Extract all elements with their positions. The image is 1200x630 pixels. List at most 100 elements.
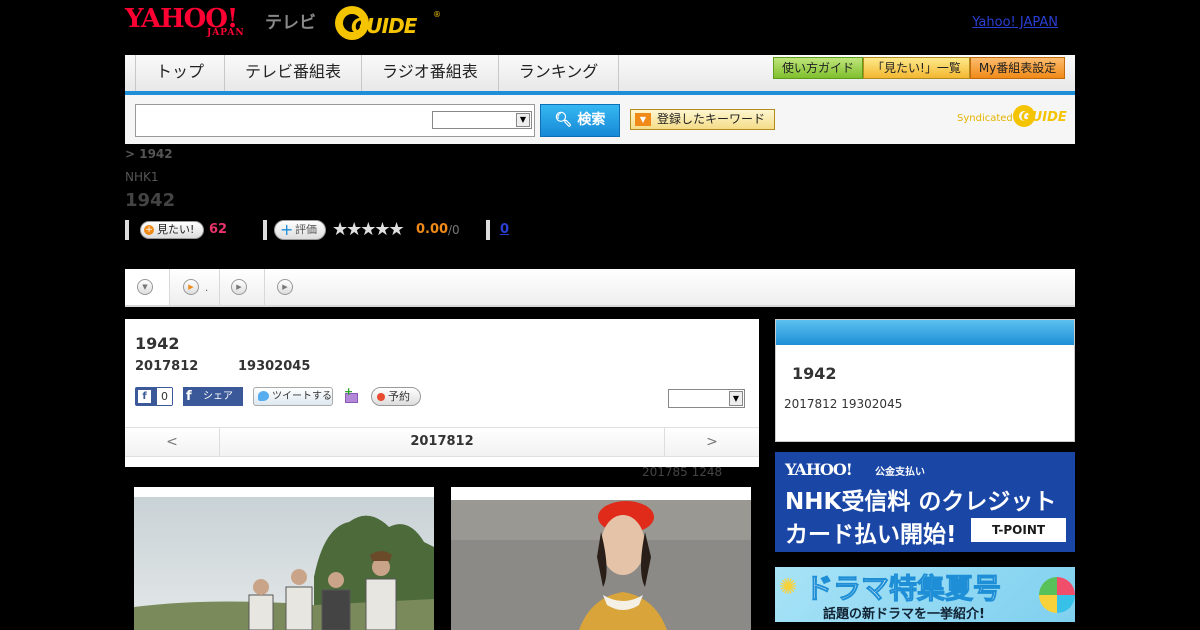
nav-tab-ranking[interactable]: ランキング xyxy=(497,55,620,91)
search-button[interactable]: 🔍︎ 検索 xyxy=(540,104,620,137)
chevron-down-icon: ▼ xyxy=(729,391,743,406)
tv-label[interactable]: テレビ xyxy=(265,8,316,33)
twitter-bird-icon xyxy=(258,391,269,401)
tab-label: . xyxy=(205,283,209,294)
breadcrumb[interactable]: > 1942 xyxy=(125,147,173,161)
nav-tab-tv-listings[interactable]: テレビ番組表 xyxy=(224,55,361,91)
broadcast-date: 2017812 xyxy=(135,359,199,374)
program-actions: + 見たい! 62 + 評価 ★★★★★ 0.00 /0 0 xyxy=(125,219,625,240)
program-photo-1[interactable] xyxy=(134,487,434,630)
chevron-down-icon: ▼ xyxy=(137,279,153,295)
nhk-credit-payment-ad[interactable]: YAHOO! 公金支払い NHK受信料 のクレジット カード払い開始! T-PO… xyxy=(775,452,1075,552)
registered-mark: ® xyxy=(433,10,441,19)
want-to-watch-button[interactable]: + 見たい! xyxy=(140,221,204,239)
want-list-button[interactable]: 「見たい!」一覧 xyxy=(863,57,970,79)
gguide-logo[interactable]: GUIDE ® xyxy=(335,6,441,40)
play-icon: ▶ xyxy=(277,279,293,295)
sun-icon: ✺ xyxy=(779,575,798,600)
syndicated-label: Syndicated xyxy=(957,113,1013,124)
divider xyxy=(125,220,129,240)
facebook-share-button[interactable]: f シェア xyxy=(183,387,243,406)
saved-keywords-button[interactable]: ▼ 登録したキーワード xyxy=(630,109,775,130)
star-rating: ★★★★★ xyxy=(332,219,405,240)
search-bar: ▼ 🔍︎ 検索 ▼ 登録したキーワード Syndicated GUIDE xyxy=(125,95,1075,144)
tab-info[interactable]: ▼ xyxy=(125,269,170,305)
chevron-down-icon: ▼ xyxy=(635,113,651,126)
want-to-watch-label: 見たい! xyxy=(157,223,195,236)
syndicated-logo-text: GUIDE xyxy=(1021,110,1067,125)
play-icon: ▶ xyxy=(231,279,247,295)
search-button-label: 検索 xyxy=(577,112,606,128)
summary-title: 1942 xyxy=(792,364,837,383)
page-title: 1942 xyxy=(125,190,176,211)
my-listings-settings-button[interactable]: My番組表設定 xyxy=(969,57,1066,79)
plus-icon: + xyxy=(344,385,354,398)
tab-video-3[interactable]: ▶ xyxy=(265,269,300,305)
ad-drama-subtitle: 話題の新ドラマを一挙紹介! xyxy=(823,607,985,622)
divider xyxy=(486,220,490,240)
program-summary-card: 1942 2017812 19302045 xyxy=(775,319,1075,442)
yahoo-japan-link[interactable]: Yahoo! JAPAN xyxy=(972,15,1058,30)
drama-summer-special-ad[interactable]: ✺ ドラマ特集夏号 話題の新ドラマを一挙紹介! xyxy=(775,567,1075,622)
usage-guide-button[interactable]: 使い方ガイド xyxy=(773,57,864,79)
site-header: YAHOO! JAPAN テレビ GUIDE ® Yahoo! JAPAN xyxy=(125,0,1075,55)
yahoo-japan-label: JAPAN xyxy=(207,28,245,38)
current-date: 2017812 xyxy=(410,434,474,449)
nav-tabs: トップ テレビ番組表 ラジオ番組表 ランキング xyxy=(135,55,620,91)
play-icon: ▶ xyxy=(183,279,199,295)
gguide-logo-text: GUIDE xyxy=(351,14,417,38)
nav-tab-radio-listings[interactable]: ラジオ番組表 xyxy=(361,55,498,91)
review-count-link[interactable]: 0 xyxy=(500,222,509,237)
saved-keywords-label: 登録したキーワード xyxy=(657,112,766,126)
want-count: 62 xyxy=(209,222,228,237)
tpoint-logo: T-POINT xyxy=(971,518,1066,542)
search-category-select[interactable]: ▼ xyxy=(432,111,532,129)
global-nav: トップ テレビ番組表 ラジオ番組表 ランキング 使い方ガイド 「見たい!」一覧 … xyxy=(125,55,1075,95)
tweet-label: ツイートする xyxy=(272,391,332,402)
date-pager: < 2017812 > xyxy=(125,427,759,457)
program-title: 1942 xyxy=(135,334,180,353)
reserve-recording-button[interactable]: 予約 xyxy=(371,387,421,406)
next-date-button[interactable]: > xyxy=(664,428,759,456)
content-tabstrip: ▼ ▶ . ▶ ▶ xyxy=(125,269,1075,307)
facebook-like-button[interactable]: f 0 xyxy=(135,387,173,406)
baseball-team-photo xyxy=(134,497,434,630)
plus-icon: + xyxy=(144,225,154,235)
rating-score: 0.00 xyxy=(416,222,449,237)
rate-label: 評価 xyxy=(295,223,317,236)
ad-public-payment-label: 公金支払い xyxy=(875,467,925,478)
ad-drama-title: ドラマ特集夏号 xyxy=(804,572,1002,606)
facebook-icon: f xyxy=(186,389,192,404)
divider xyxy=(263,220,267,240)
record-dot-icon xyxy=(377,393,385,401)
tweet-button[interactable]: ツイートする xyxy=(253,387,333,406)
tab-video-1[interactable]: ▶ . xyxy=(170,269,220,305)
nav-buttons: 使い方ガイド 「見たい!」一覧 My番組表設定 xyxy=(773,57,1066,79)
rate-button[interactable]: + 評価 xyxy=(274,220,326,240)
ad-headline-2: カード払い開始! xyxy=(785,522,957,548)
umbrella-icon xyxy=(1039,577,1075,613)
syndicated-gguide-logo: Syndicated GUIDE xyxy=(957,105,1069,131)
facebook-share-label: シェア xyxy=(203,391,233,402)
summary-date: 2017812 19302045 xyxy=(784,397,903,411)
tab-video-2[interactable]: ▶ xyxy=(220,269,265,305)
page: YAHOO! JAPAN テレビ GUIDE ® Yahoo! JAPAN トッ… xyxy=(125,0,1075,630)
program-detail-card: 1942 2017812 19302045 f 0 f シェア ツイートする +… xyxy=(125,319,759,467)
plus-icon: + xyxy=(280,220,294,239)
previous-date-button[interactable]: < xyxy=(125,428,220,456)
reserve-label: 予約 xyxy=(388,390,410,403)
ad-headline-1: NHK受信料 のクレジット xyxy=(785,489,1057,515)
program-photo-2[interactable] xyxy=(451,487,751,630)
actress-portrait-photo xyxy=(451,500,751,630)
recorder-select[interactable]: ▼ xyxy=(668,389,745,408)
broadcast-time: 19302045 xyxy=(238,359,311,374)
summary-card-header xyxy=(776,320,1074,345)
chevron-down-icon: ▼ xyxy=(516,113,530,127)
last-updated: 201785 1248 xyxy=(642,465,723,479)
facebook-like-count: 0 xyxy=(157,388,172,405)
channel-name: NHK1 xyxy=(125,170,159,184)
rating-count: /0 xyxy=(448,223,460,237)
add-calendar-icon[interactable]: + xyxy=(344,385,359,403)
facebook-icon: f xyxy=(138,390,151,403)
nav-tab-top[interactable]: トップ xyxy=(135,55,224,91)
